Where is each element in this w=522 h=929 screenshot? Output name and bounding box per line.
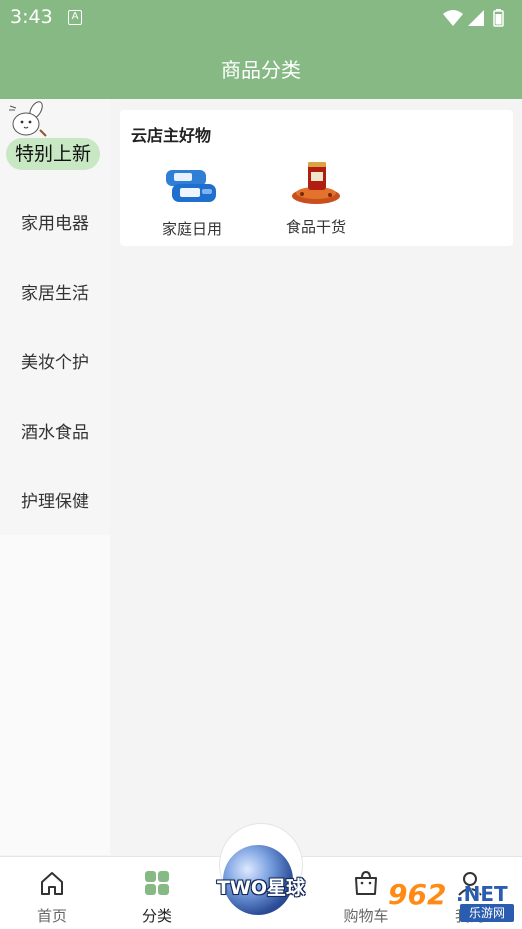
sidebar-item-beauty[interactable]: 美妆个护: [0, 338, 110, 388]
nav-home-label: 首页: [36, 907, 67, 925]
page-title: 商品分类: [221, 58, 301, 82]
chili-sauce-jar-icon: [292, 162, 340, 204]
nav-category-label: 分类: [141, 907, 172, 925]
category-household[interactable]: 家庭日用: [144, 164, 240, 244]
wet-wipes-icon: [166, 170, 216, 202]
category-food-dry-goods[interactable]: 食品干货: [268, 162, 364, 242]
status-time: 3:43: [10, 6, 53, 28]
status-bar: 3:43 A: [0, 0, 522, 36]
center-planet-button[interactable]: TWO星球: [203, 823, 313, 923]
home-icon: [41, 872, 63, 895]
sidebar-item-health-care[interactable]: 护理保健: [0, 477, 110, 527]
battery-icon: [493, 9, 504, 27]
nav-category[interactable]: 分类: [105, 857, 209, 929]
bunny-mascot-icon: [9, 101, 47, 137]
category-content-card: 云店主好物 家庭日用 食品干货: [120, 110, 513, 246]
category-label: 食品干货: [285, 218, 346, 236]
sidebar-item-home-living[interactable]: 家居生活: [0, 269, 110, 319]
shopping-bag-icon: [355, 870, 377, 895]
category-label: 家庭日用: [161, 220, 222, 238]
sidebar-empty-area: [0, 535, 110, 855]
app-header: 3:43 A 商品分类: [0, 0, 522, 99]
nav-home[interactable]: 首页: [0, 857, 104, 929]
section-title: 云店主好物: [131, 126, 212, 145]
watermark-subtitle: 乐游网: [460, 904, 514, 922]
sidebar-item-appliances[interactable]: 家用电器: [0, 199, 110, 249]
signal-icon: [468, 10, 484, 26]
sidebar-item-drinks-food[interactable]: 酒水食品: [0, 408, 110, 458]
wifi-icon: [443, 10, 463, 26]
center-badge-text: TWO星球: [216, 877, 306, 899]
site-watermark: 962 .NET 乐游网: [388, 874, 518, 926]
sidebar-item-special-new[interactable]: 特别上新: [6, 138, 100, 170]
notification-icon: A: [68, 10, 82, 25]
watermark-number: 962: [388, 878, 447, 911]
status-indicators: [443, 9, 504, 27]
grid-icon: [145, 871, 169, 895]
watermark-suffix: .NET: [456, 882, 508, 906]
